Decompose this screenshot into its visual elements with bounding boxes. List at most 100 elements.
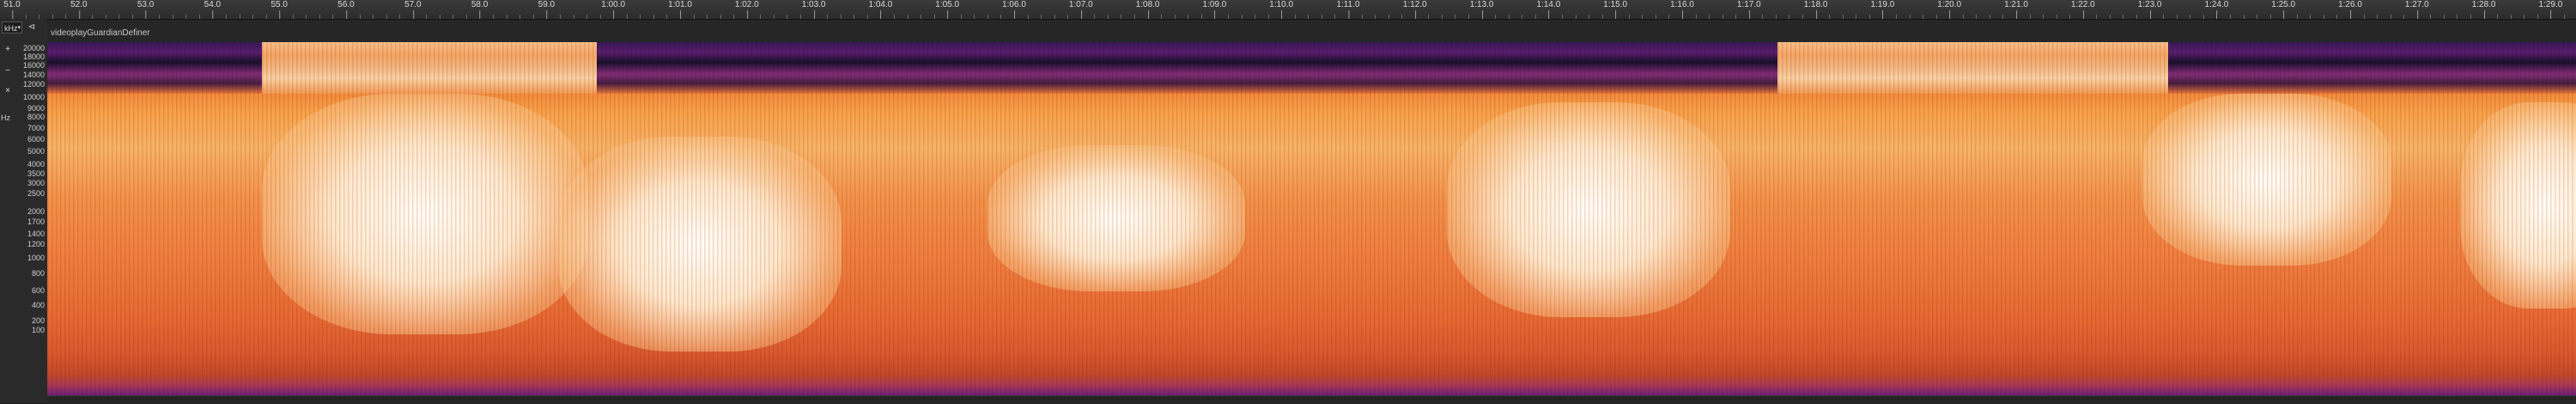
timeline-tick-text: 1:22.0 (2070, 0, 2095, 9)
timeline-minor-tick (2136, 15, 2138, 19)
track-header (47, 20, 2576, 42)
timeline-tick-label: 58.0 (471, 0, 489, 19)
timeline-tick-mark (78, 10, 80, 19)
timeline-minor-tick (2563, 15, 2565, 19)
frequency-label: 2000 (27, 207, 45, 216)
timeline-tick-text: 1:27.0 (2404, 0, 2429, 9)
frequency-scale: 20000 18000 16000 14000 12000 10000 9000 8000 70… (22, 43, 47, 395)
timeline-minor-tick (306, 15, 307, 19)
timeline-minor-tick (2363, 15, 2365, 19)
timeline-minor-tick (1361, 15, 1363, 19)
timeline-minor-tick (1174, 15, 1176, 19)
zoom-out-button[interactable]: − (3, 66, 13, 77)
timeline-minor-tick (2069, 15, 2071, 19)
timeline-minor-tick (1722, 15, 1723, 19)
timeline-minor-tick (653, 15, 654, 19)
timeline-minor-tick (1829, 15, 1831, 19)
reset-zoom-button[interactable]: × (3, 86, 13, 96)
timeline-tick-mark (212, 10, 214, 19)
timeline-tick-mark (1147, 10, 1149, 19)
timeline-tick-mark (2416, 10, 2418, 19)
timeline-minor-tick (640, 15, 641, 19)
timeline-tick-label: 1:19.0 (1870, 0, 1894, 19)
timeline-minor-tick (733, 15, 735, 19)
timeline-tick-text: 1:24.0 (2204, 0, 2229, 9)
timeline-tick-label: 1:25.0 (2271, 0, 2296, 19)
timeline-minor-tick (2029, 15, 2031, 19)
timeline-tick-text: 1:07.0 (1068, 0, 1093, 9)
timeline-tick-text: 1:10.0 (1269, 0, 1294, 9)
timeline-minor-tick (1976, 15, 1978, 19)
timeline-minor-tick (800, 15, 802, 19)
timeline-tick-mark (1481, 10, 1483, 19)
timeline-minor-tick (1161, 15, 1163, 19)
frequency-label: 1700 (27, 217, 45, 226)
timeline-tick-mark (2216, 10, 2218, 19)
timeline-minor-tick (92, 15, 94, 19)
timeline-minor-tick (2510, 15, 2512, 19)
timeline-tick-label: 1:26.0 (2338, 0, 2362, 19)
timeline-tick-mark (746, 10, 748, 19)
timeline-tick-label: 1:23.0 (2138, 0, 2162, 19)
timeline-tick-label: 1:29.0 (2538, 0, 2562, 19)
timeline-tick-text: 57.0 (404, 0, 422, 9)
pin-button[interactable]: ⊲ (26, 21, 38, 34)
timeline-tick-mark (2550, 10, 2552, 19)
timeline-minor-tick (1695, 15, 1697, 19)
timeline-tick-text: 1:02.0 (734, 0, 759, 9)
timeline-minor-tick (626, 15, 628, 19)
timeline-minor-tick (2403, 15, 2405, 19)
timeline-tick-text: 56.0 (337, 0, 355, 9)
timeline-minor-tick (225, 15, 227, 19)
timeline-minor-tick (1802, 15, 1804, 19)
zoom-select[interactable]: kHz ▾ (2, 21, 22, 34)
timeline-minor-tick (920, 15, 922, 19)
frequency-label: 2500 (27, 189, 45, 198)
timeline-tick-label: 1:15.0 (1603, 0, 1627, 19)
timeline-tick-label: 1:18.0 (1804, 0, 1828, 19)
timeline-minor-tick (386, 15, 387, 19)
timeline-minor-tick (1067, 15, 1069, 19)
timeline-tick-text: 1:25.0 (2271, 0, 2296, 9)
timeline-tick-label: 1:00.0 (601, 0, 625, 19)
timeline-minor-tick (532, 15, 534, 19)
timeline-minor-tick (1041, 15, 1042, 19)
timeline-tick-text: 1:28.0 (2471, 0, 2496, 9)
timeline-minor-tick (1868, 15, 1870, 19)
timeline-tick-text: 58.0 (471, 0, 489, 9)
timeline-minor-tick (1321, 15, 1322, 19)
timeline-tick-label: 53.0 (137, 0, 154, 19)
timeline-minor-tick (2430, 15, 2432, 19)
frequency-label: 3500 (27, 169, 45, 178)
timeline-minor-tick (974, 15, 975, 19)
timeline-minor-tick (1094, 15, 1096, 19)
timeline-minor-tick (2296, 15, 2298, 19)
timeline-minor-tick (493, 15, 495, 19)
spectrogram[interactable] (47, 42, 2576, 395)
timeline-minor-tick (773, 15, 775, 19)
frequency-label: 200 (31, 316, 45, 325)
timeline-minor-tick (1054, 15, 1055, 19)
timeline-minor-tick (65, 15, 67, 19)
timeline-tick-mark (1815, 10, 1817, 19)
zoom-in-button[interactable]: + (3, 45, 13, 55)
frequency-label: 16000 (22, 61, 45, 70)
timeline-tick-mark (1414, 10, 1416, 19)
timeline-tick-text: 1:12.0 (1402, 0, 1427, 9)
timeline-minor-tick (960, 15, 962, 19)
spectral-texture (47, 42, 2576, 395)
timeline-tick-mark (145, 10, 147, 19)
timeline-minor-tick (1962, 15, 1964, 19)
timeline-minor-tick (2176, 15, 2178, 19)
timeline-tick-text: 55.0 (270, 0, 288, 9)
timeline-tick-text: 1:05.0 (935, 0, 960, 9)
timeline-minor-tick (1601, 15, 1603, 19)
timeline-tick-label: 55.0 (270, 0, 288, 19)
timeline-tick-mark (947, 10, 949, 19)
timeline-minor-tick (1134, 15, 1136, 19)
timeline-tick-mark (1214, 10, 1216, 19)
timeline-ruler[interactable]: 51.0 52.0 53.0 54.0 55.0 56.0 57.0 58.0 59.0 1:00… (0, 0, 2576, 20)
timeline-minor-tick (1668, 15, 1670, 19)
timeline-minor-tick (399, 15, 401, 19)
timeline-minor-tick (1735, 15, 1737, 19)
